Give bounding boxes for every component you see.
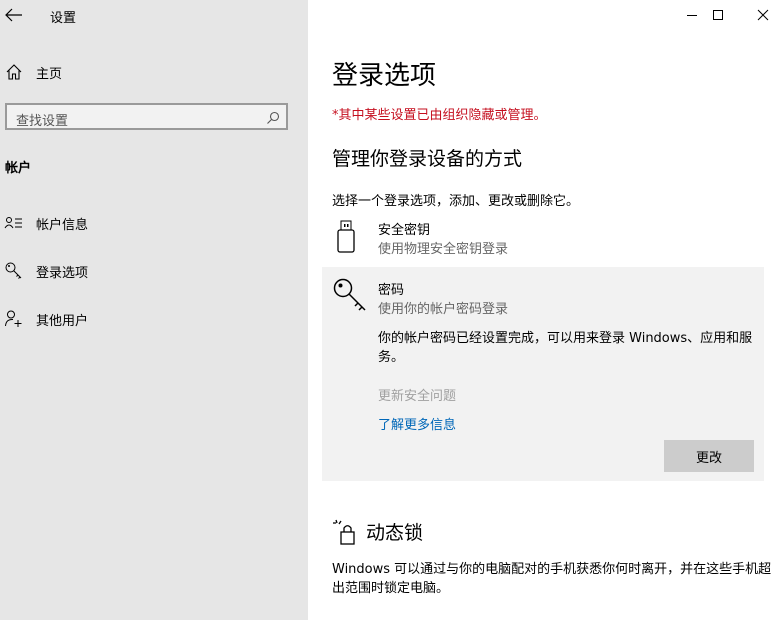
- change-password-button[interactable]: 更改: [664, 440, 754, 472]
- option-security-key[interactable]: 安全密钥 使用物理安全密钥登录: [322, 214, 764, 262]
- dynamic-lock-icon: [333, 519, 355, 545]
- account-info-icon: [4, 217, 22, 229]
- search-input[interactable]: 查找设置: [5, 103, 288, 130]
- sidebar-item-other-users[interactable]: 其他用户: [0, 301, 308, 337]
- home-icon: [6, 64, 22, 80]
- main-content: 登录选项 *其中某些设置已由组织隐藏或管理。 管理你登录设备的方式 选择一个登录…: [308, 0, 778, 620]
- option-title: 安全密钥: [378, 223, 431, 238]
- sidebar-item-account-info[interactable]: 帐户信息: [0, 205, 308, 241]
- back-button[interactable]: [4, 6, 24, 24]
- manage-heading: 管理你登录设备的方式: [332, 148, 523, 170]
- sidebar-item-sign-in-options[interactable]: 登录选项: [0, 253, 308, 289]
- sidebar-item-label: 登录选项: [36, 266, 89, 281]
- sidebar: 设置 主页 查找设置 帐户 帐户信息 登录选项 其他用户: [0, 0, 308, 620]
- key-icon: [333, 278, 366, 311]
- search-placeholder: 查找设置: [16, 114, 69, 129]
- option-subtitle: 使用你的帐户密码登录: [378, 302, 509, 317]
- manage-description: 选择一个登录选项，添加、更改或删除它。: [332, 194, 580, 209]
- sidebar-item-label: 帐户信息: [36, 218, 89, 233]
- option-title: 密码: [378, 283, 405, 298]
- maximize-button[interactable]: [696, 0, 742, 30]
- usb-key-icon: [337, 220, 355, 253]
- section-heading: 帐户: [5, 161, 32, 176]
- add-user-icon: [5, 310, 22, 327]
- sidebar-item-home[interactable]: 主页: [0, 54, 308, 90]
- password-option-panel: 密码 使用你的帐户密码登录 你的帐户密码已经设置完成，可以用来登录 Window…: [322, 267, 764, 481]
- page-title: 登录选项: [332, 61, 437, 91]
- sidebar-item-label: 主页: [36, 67, 63, 82]
- maximize-icon: [713, 10, 723, 20]
- search-icon: [267, 111, 280, 124]
- dynamic-lock-description: Windows 可以通过与你的电脑配对的手机获悉你何时离开，并在这些手机超出范围…: [332, 562, 772, 596]
- key-icon: [5, 262, 22, 279]
- close-button[interactable]: [741, 0, 778, 30]
- password-detail: 你的帐户密码已经设置完成，可以用来登录 Windows、应用和服务。: [378, 331, 753, 365]
- policy-warning: *其中某些设置已由组织隐藏或管理。: [332, 108, 547, 123]
- option-subtitle: 使用物理安全密钥登录: [378, 242, 509, 257]
- back-arrow-icon: [5, 8, 22, 22]
- dynamic-lock-heading: 动态锁: [366, 522, 424, 544]
- sidebar-item-label: 其他用户: [36, 314, 89, 329]
- app-title: 设置: [50, 11, 77, 26]
- update-security-questions-link: 更新安全问题: [378, 389, 457, 404]
- learn-more-link[interactable]: 了解更多信息: [378, 414, 456, 433]
- close-icon: [757, 9, 769, 21]
